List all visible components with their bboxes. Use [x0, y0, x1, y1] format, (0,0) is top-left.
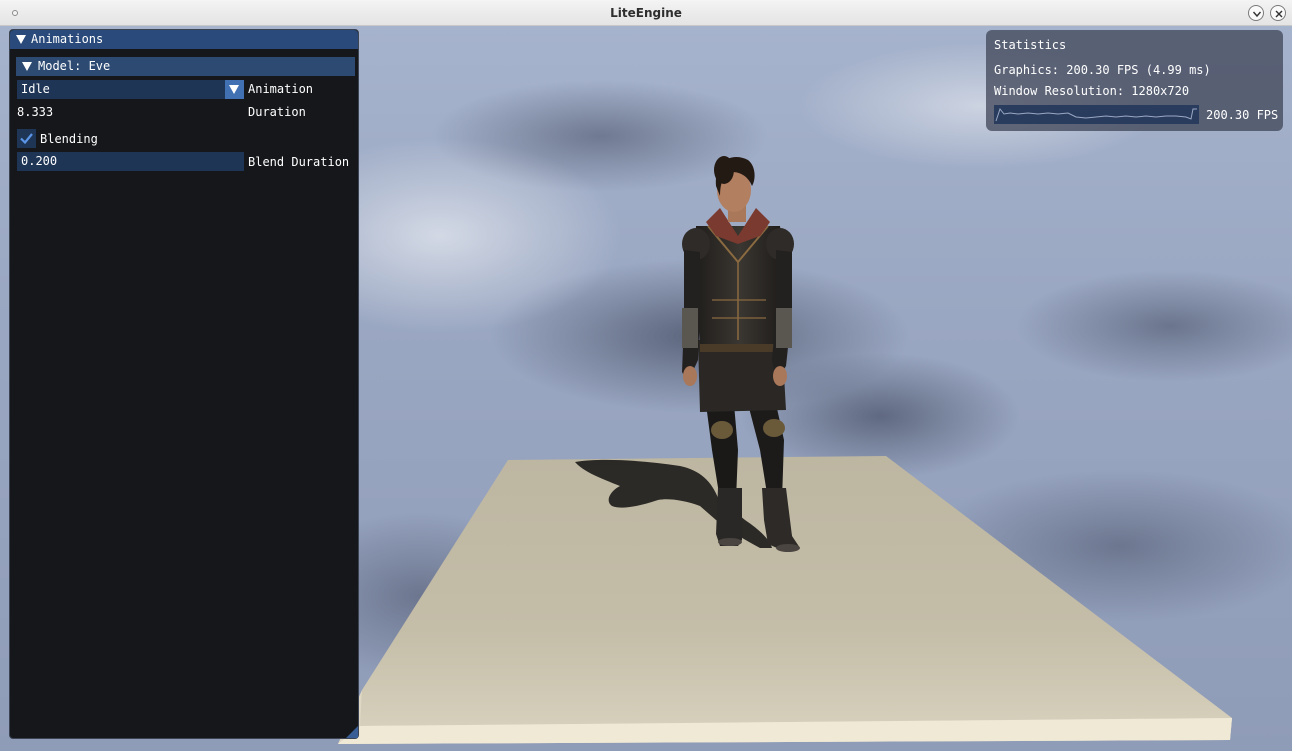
fps-plot-line [995, 107, 1197, 122]
blend-duration-label: Blend Duration [248, 155, 350, 169]
blending-checkbox[interactable] [17, 129, 36, 148]
blend-duration-input[interactable]: 0.200 [17, 152, 244, 171]
model-header[interactable]: Model: Eve [16, 57, 355, 76]
animations-panel[interactable]: Animations Model: Eve Idle Animation 8.3… [9, 29, 359, 739]
close-icon [1275, 10, 1283, 18]
chevron-down-icon [1252, 11, 1262, 18]
duration-value: 8.333 [17, 105, 54, 119]
resize-grip-icon[interactable] [346, 726, 358, 738]
duration-label: Duration [248, 105, 306, 119]
animations-panel-title: Animations [31, 32, 104, 46]
animations-panel-header[interactable]: Animations [10, 30, 358, 49]
close-button[interactable] [1270, 5, 1286, 21]
checkmark-icon [20, 133, 33, 145]
statistics-title: Statistics [994, 38, 1067, 52]
animation-combo-arrow[interactable] [225, 80, 244, 99]
fps-plot-overlay-text: 200.30 FPS [1206, 108, 1279, 122]
minimize-button[interactable] [1248, 5, 1264, 21]
animation-label: Animation [248, 82, 314, 96]
blending-label: Blending [40, 132, 98, 146]
fps-plot[interactable] [994, 105, 1199, 124]
blend-duration-value: 0.200 [21, 154, 58, 168]
model-header-label: Model: Eve [38, 59, 111, 73]
window-title: LiteEngine [610, 6, 682, 20]
statistics-panel: Statistics Graphics: 200.30 FPS (4.99 ms… [986, 30, 1283, 131]
animation-combo-value: Idle [21, 82, 50, 96]
title-bar[interactable]: LiteEngine [0, 0, 1292, 26]
chevron-down-icon [229, 85, 239, 94]
animation-combo[interactable]: Idle [17, 80, 244, 99]
window-resolution-text: Window Resolution: 1280x720 [994, 84, 1190, 98]
graphics-fps-text: Graphics: 200.30 FPS (4.99 ms) [994, 63, 1211, 77]
collapse-arrow-icon[interactable] [16, 35, 26, 44]
tree-expand-arrow-icon[interactable] [22, 62, 32, 71]
